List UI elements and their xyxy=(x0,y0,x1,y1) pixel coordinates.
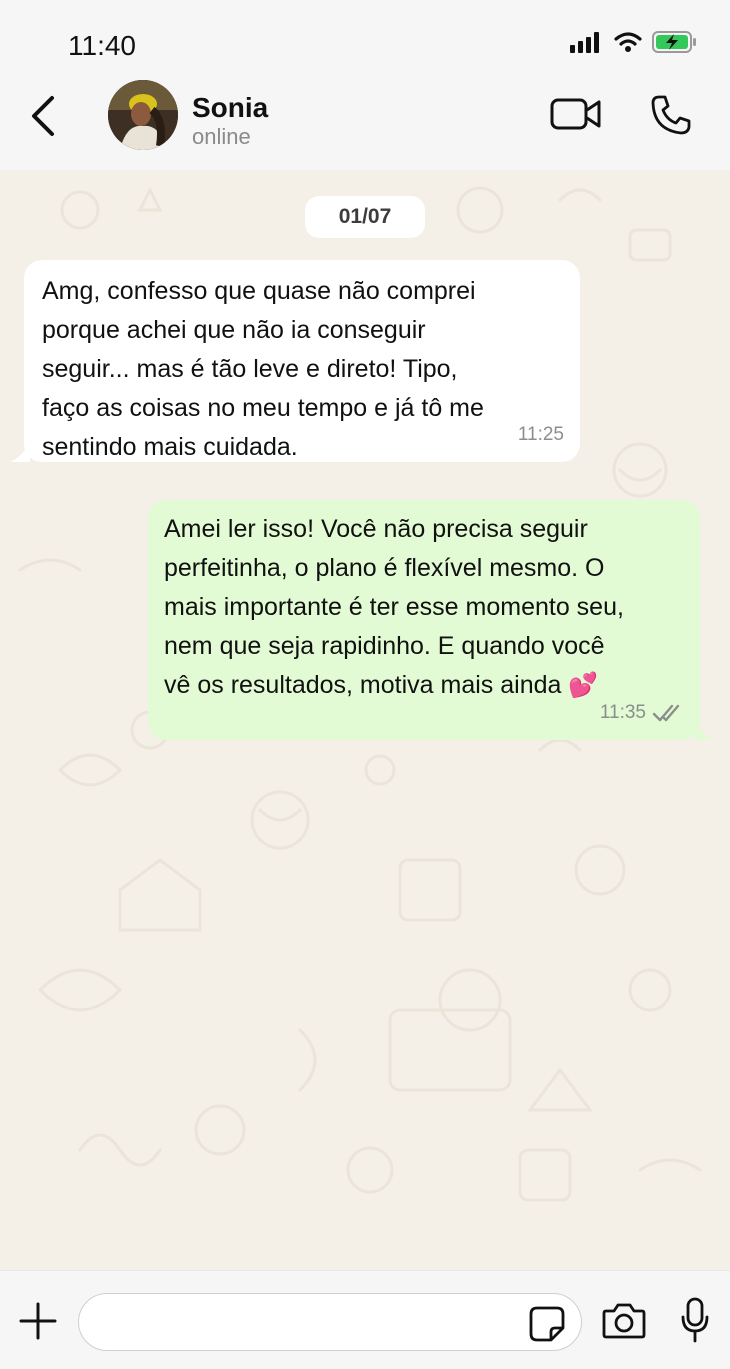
message-text: Amei ler isso! Você não precisa seguir p… xyxy=(164,510,678,705)
video-call-button[interactable] xyxy=(550,96,602,132)
message-composer xyxy=(0,1270,730,1369)
two-hearts-emoji: 💕 xyxy=(568,672,599,699)
camera-button[interactable] xyxy=(602,1301,646,1339)
message-text-body: Amei ler isso! Você não precisa seguir p… xyxy=(164,515,624,699)
message-bubble-outgoing[interactable]: Amei ler isso! Você não precisa seguir p… xyxy=(148,500,714,740)
phone-icon xyxy=(651,95,691,135)
wifi-icon xyxy=(614,32,642,52)
contact-avatar[interactable] xyxy=(108,80,178,150)
bubble-tail xyxy=(10,440,30,462)
sticker-button[interactable] xyxy=(529,1306,565,1342)
back-button[interactable] xyxy=(26,94,62,138)
message-text: Amg, confesso que quase não comprei porq… xyxy=(42,277,484,461)
contact-name[interactable]: Sonia xyxy=(192,92,268,124)
date-chip: 01/07 xyxy=(305,196,425,238)
bubble-tail xyxy=(694,718,714,740)
camera-icon xyxy=(602,1303,646,1339)
microphone-icon xyxy=(681,1297,709,1343)
message-meta: 11:25 xyxy=(518,415,564,454)
attach-button[interactable] xyxy=(18,1301,58,1341)
status-icons xyxy=(570,30,698,54)
message-time: 11:25 xyxy=(517,424,564,445)
chat-area[interactable]: 01/07 Amg, confesso que quase não compre… xyxy=(0,170,730,1270)
avatar-photo xyxy=(108,80,178,150)
contact-status: online xyxy=(192,124,251,149)
message-time: 11:35 xyxy=(599,702,646,723)
status-time: 11:40 xyxy=(68,30,136,61)
plus-icon xyxy=(19,1302,57,1340)
message-meta: 11:35 xyxy=(600,693,684,732)
sticker-icon xyxy=(529,1306,565,1342)
message-input-container[interactable] xyxy=(78,1293,582,1351)
signal-icon xyxy=(570,32,599,53)
battery-icon xyxy=(652,31,696,53)
message-bubble-incoming[interactable]: Amg, confesso que quase não comprei porq… xyxy=(10,260,580,462)
chevron-left-icon xyxy=(32,96,54,136)
video-camera-icon xyxy=(550,98,601,130)
chat-header: Sonia online xyxy=(0,80,730,171)
voice-message-button[interactable] xyxy=(680,1297,710,1343)
double-check-icon xyxy=(652,704,680,721)
voice-call-button[interactable] xyxy=(650,94,692,136)
message-input[interactable] xyxy=(99,1302,523,1344)
status-bar: 11:40 xyxy=(0,0,730,80)
